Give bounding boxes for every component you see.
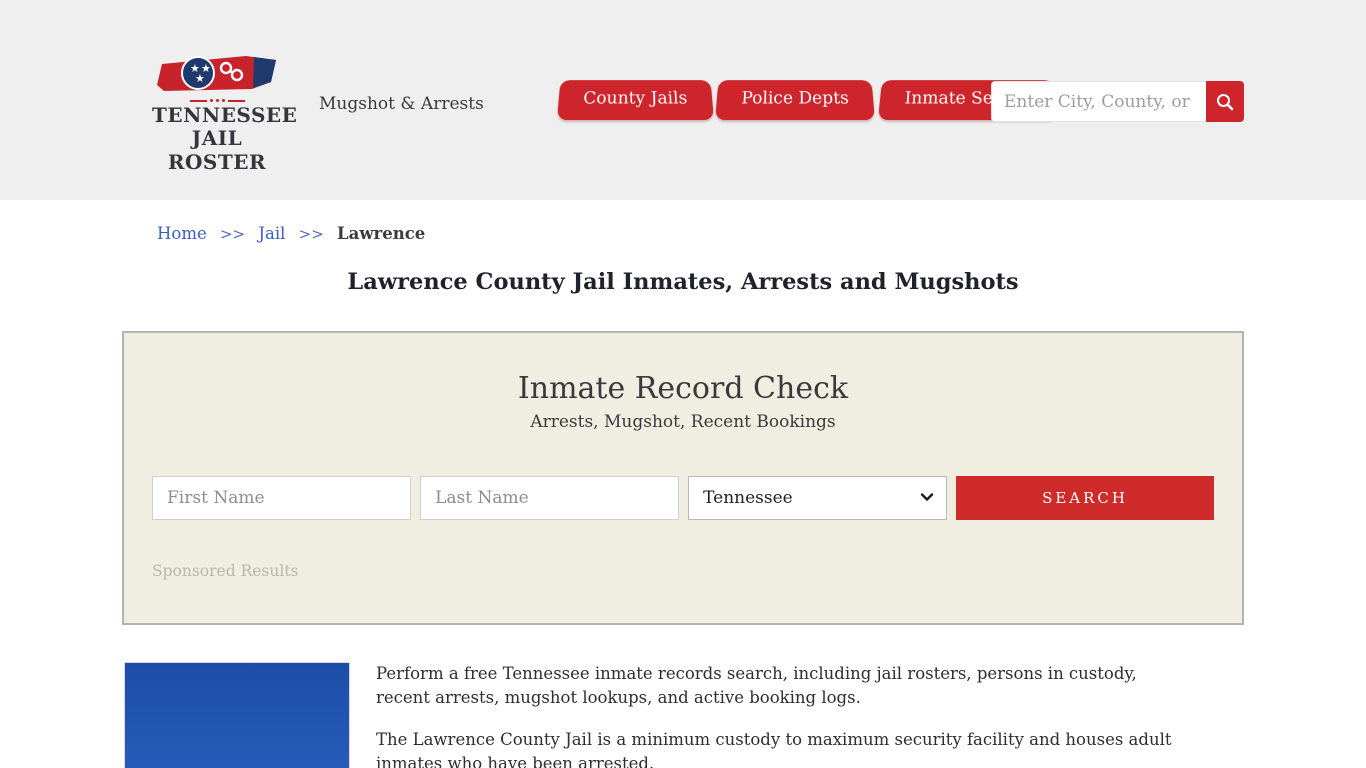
last-name-field[interactable]	[420, 476, 680, 520]
content-row: Perform a free Tennessee inmate records …	[122, 662, 1244, 768]
search-button[interactable]: SEARCH	[956, 476, 1214, 520]
logo-divider	[152, 99, 282, 102]
search-icon	[1217, 93, 1234, 110]
site-header: ★ ★ ★ TENNESSEE JAIL ROSTER Mugshot & Ar…	[0, 0, 1366, 200]
nav-tab-county-jails[interactable]: County Jails	[556, 80, 714, 120]
logo-text-line1: TENNESSEE	[152, 103, 298, 127]
facility-search-input[interactable]	[991, 81, 1206, 122]
facility-search	[991, 81, 1244, 122]
panel-subtitle: Arrests, Mugshot, Recent Bookings	[530, 412, 836, 432]
state-select-wrap: Tennessee	[688, 476, 948, 520]
breadcrumb: Home >> Jail >> Lawrence	[157, 224, 1244, 243]
breadcrumb-home-link[interactable]: Home	[157, 224, 207, 243]
record-check-form: Tennessee SEARCH	[152, 476, 1214, 520]
first-name-field[interactable]	[152, 476, 412, 520]
inmate-record-check-panel: Inmate Record Check Arrests, Mugshot, Re…	[122, 331, 1244, 625]
sponsored-results-label: Sponsored Results	[152, 562, 299, 580]
breadcrumb-current: Lawrence	[337, 224, 426, 243]
main-content: Home >> Jail >> Lawrence Lawrence County…	[122, 224, 1244, 768]
panel-title: Inmate Record Check	[517, 371, 849, 406]
breadcrumb-separator: >>	[298, 225, 324, 243]
logo-text-line2: JAIL ROSTER	[167, 126, 267, 174]
facility-search-button[interactable]	[1206, 81, 1244, 122]
intro-paragraph-1: Perform a free Tennessee inmate records …	[376, 664, 1137, 708]
intro-text: Perform a free Tennessee inmate records …	[376, 662, 1188, 768]
page-title: Lawrence County Jail Inmates, Arrests an…	[347, 269, 1019, 295]
breadcrumb-jail-link[interactable]: Jail	[258, 224, 285, 243]
tennessee-state-icon: ★ ★ ★	[157, 56, 276, 91]
svg-text:★: ★	[195, 72, 205, 85]
main-nav: County Jails Police Depts Inmate Search	[556, 78, 1060, 120]
state-select[interactable]: Tennessee	[688, 476, 948, 520]
intro-paragraph-2: The Lawrence County Jail is a minimum cu…	[376, 729, 1172, 768]
nav-tab-police-depts[interactable]: Police Depts	[715, 80, 876, 120]
jail-building-photo	[124, 662, 350, 768]
site-logo[interactable]: ★ ★ ★ TENNESSEE JAIL ROSTER	[152, 52, 298, 174]
site-tagline: Mugshot & Arrests	[319, 94, 484, 114]
breadcrumb-separator: >>	[219, 225, 246, 243]
